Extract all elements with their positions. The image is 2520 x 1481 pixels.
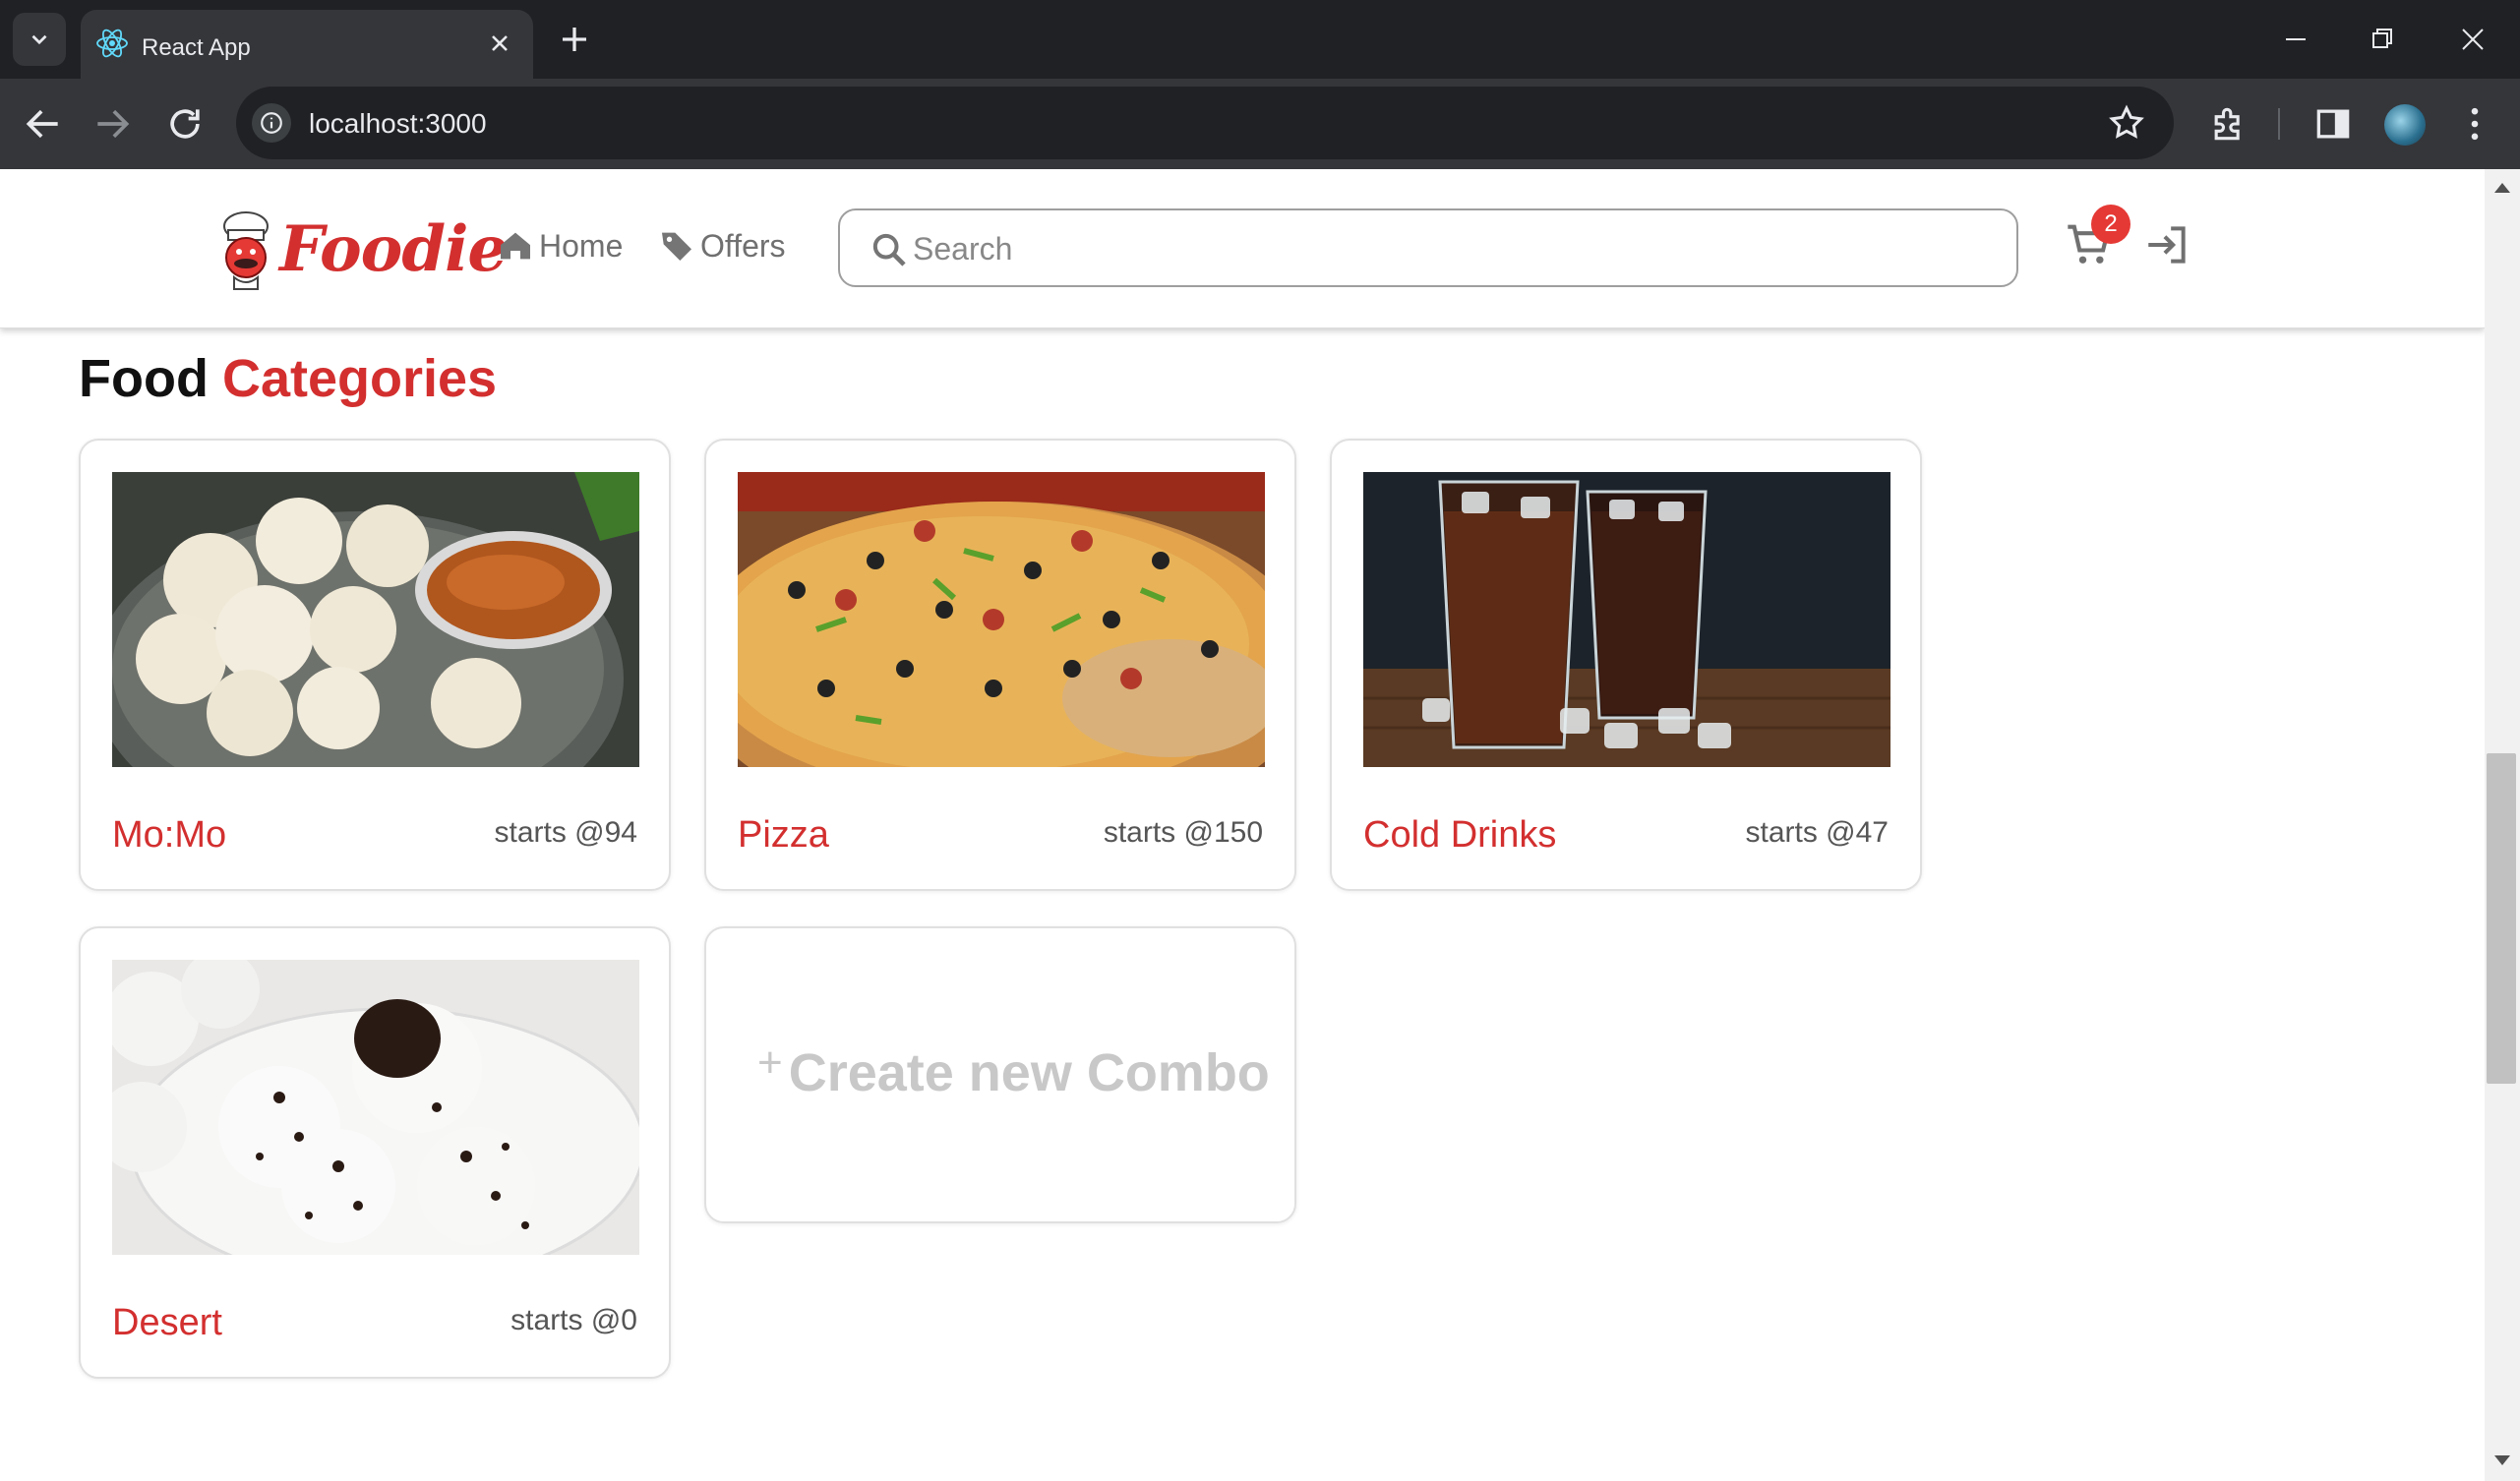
create-combo-card[interactable]: + Create new Combo [704, 926, 1296, 1223]
site-header: Foodie Home Offers 2 [0, 169, 2485, 328]
menu-kebab-icon[interactable] [2453, 102, 2496, 146]
plus-icon: + [757, 1038, 783, 1087]
restore-icon[interactable] [2363, 20, 2402, 59]
react-icon [96, 29, 128, 58]
momo-image [112, 472, 639, 767]
category-card-cold-drinks[interactable]: Cold Drinks starts @47 [1330, 439, 1922, 891]
forward-icon[interactable] [90, 102, 134, 146]
minimize-icon[interactable] [2276, 20, 2315, 59]
nav-offers-link[interactable]: Offers [657, 226, 786, 266]
close-window-icon[interactable] [2453, 20, 2492, 59]
pizza-image [738, 472, 1265, 767]
search-icon [872, 233, 906, 267]
category-card-momo[interactable]: Mo:Mo starts @94 [79, 439, 671, 891]
section-title-main: Food [79, 349, 209, 408]
tab-search-button[interactable] [13, 13, 66, 66]
chevron-down-icon [31, 34, 47, 45]
create-combo-label: Create new Combo [788, 1043, 1270, 1102]
nav-home-label: Home [539, 227, 624, 264]
tab-title: React App [142, 34, 251, 61]
reload-icon[interactable] [163, 102, 207, 146]
logo-text: Foodie [279, 212, 508, 286]
back-icon[interactable] [22, 102, 65, 146]
category-name[interactable]: Cold Drinks [1363, 814, 1556, 857]
site-info-icon[interactable] [252, 103, 291, 143]
toolbar-divider [2278, 108, 2280, 140]
login-icon[interactable] [2142, 220, 2191, 269]
nav-home-link[interactable]: Home [496, 226, 623, 266]
create-combo-button[interactable]: + Create new Combo [757, 1038, 1270, 1103]
close-tab-icon[interactable] [486, 30, 513, 57]
url-text[interactable]: localhost:3000 [309, 108, 487, 140]
category-card-pizza[interactable]: Pizza starts @150 [704, 439, 1296, 891]
category-card-desert[interactable]: Desert starts @0 [79, 926, 671, 1379]
section-title-accent: Categories [221, 349, 498, 408]
category-price: starts @0 [510, 1304, 637, 1336]
profile-avatar[interactable] [2384, 104, 2426, 146]
tag-icon [662, 232, 691, 261]
cart-count-badge: 2 [2091, 205, 2130, 244]
scroll-down-arrow-icon[interactable] [2494, 1455, 2510, 1465]
scrollbar-thumb[interactable] [2487, 753, 2516, 1084]
browser-toolbar: localhost:3000 [0, 79, 2520, 169]
category-name[interactable]: Desert [112, 1302, 222, 1344]
cold-drinks-image [1363, 472, 1890, 767]
page-viewport: Foodie Home Offers 2 FoodCategories [0, 169, 2485, 1481]
category-price: starts @150 [1103, 816, 1263, 849]
section-title: Food Categories [79, 348, 497, 409]
category-price: starts @94 [494, 816, 637, 849]
foodie-logo[interactable]: Foodie [209, 205, 508, 295]
scroll-up-arrow-icon[interactable] [2494, 183, 2510, 193]
search-input[interactable] [913, 224, 1975, 273]
nav-offers-label: Offers [700, 227, 786, 264]
address-bar[interactable]: localhost:3000 [236, 87, 2174, 159]
desert-image [112, 960, 639, 1255]
category-name[interactable]: Mo:Mo [112, 814, 226, 857]
home-icon [501, 232, 530, 260]
category-name[interactable]: Pizza [738, 814, 829, 857]
bookmark-star-icon[interactable] [2107, 103, 2146, 143]
search-box[interactable] [838, 208, 2018, 287]
side-panel-icon[interactable] [2311, 102, 2355, 146]
browser-tab[interactable]: React App [81, 10, 533, 79]
browser-tab-strip: React App [0, 0, 2520, 79]
chef-mascot-icon [223, 211, 269, 290]
extensions-icon[interactable] [2207, 102, 2250, 146]
category-price: starts @47 [1745, 816, 1889, 849]
new-tab-icon[interactable] [557, 22, 592, 57]
